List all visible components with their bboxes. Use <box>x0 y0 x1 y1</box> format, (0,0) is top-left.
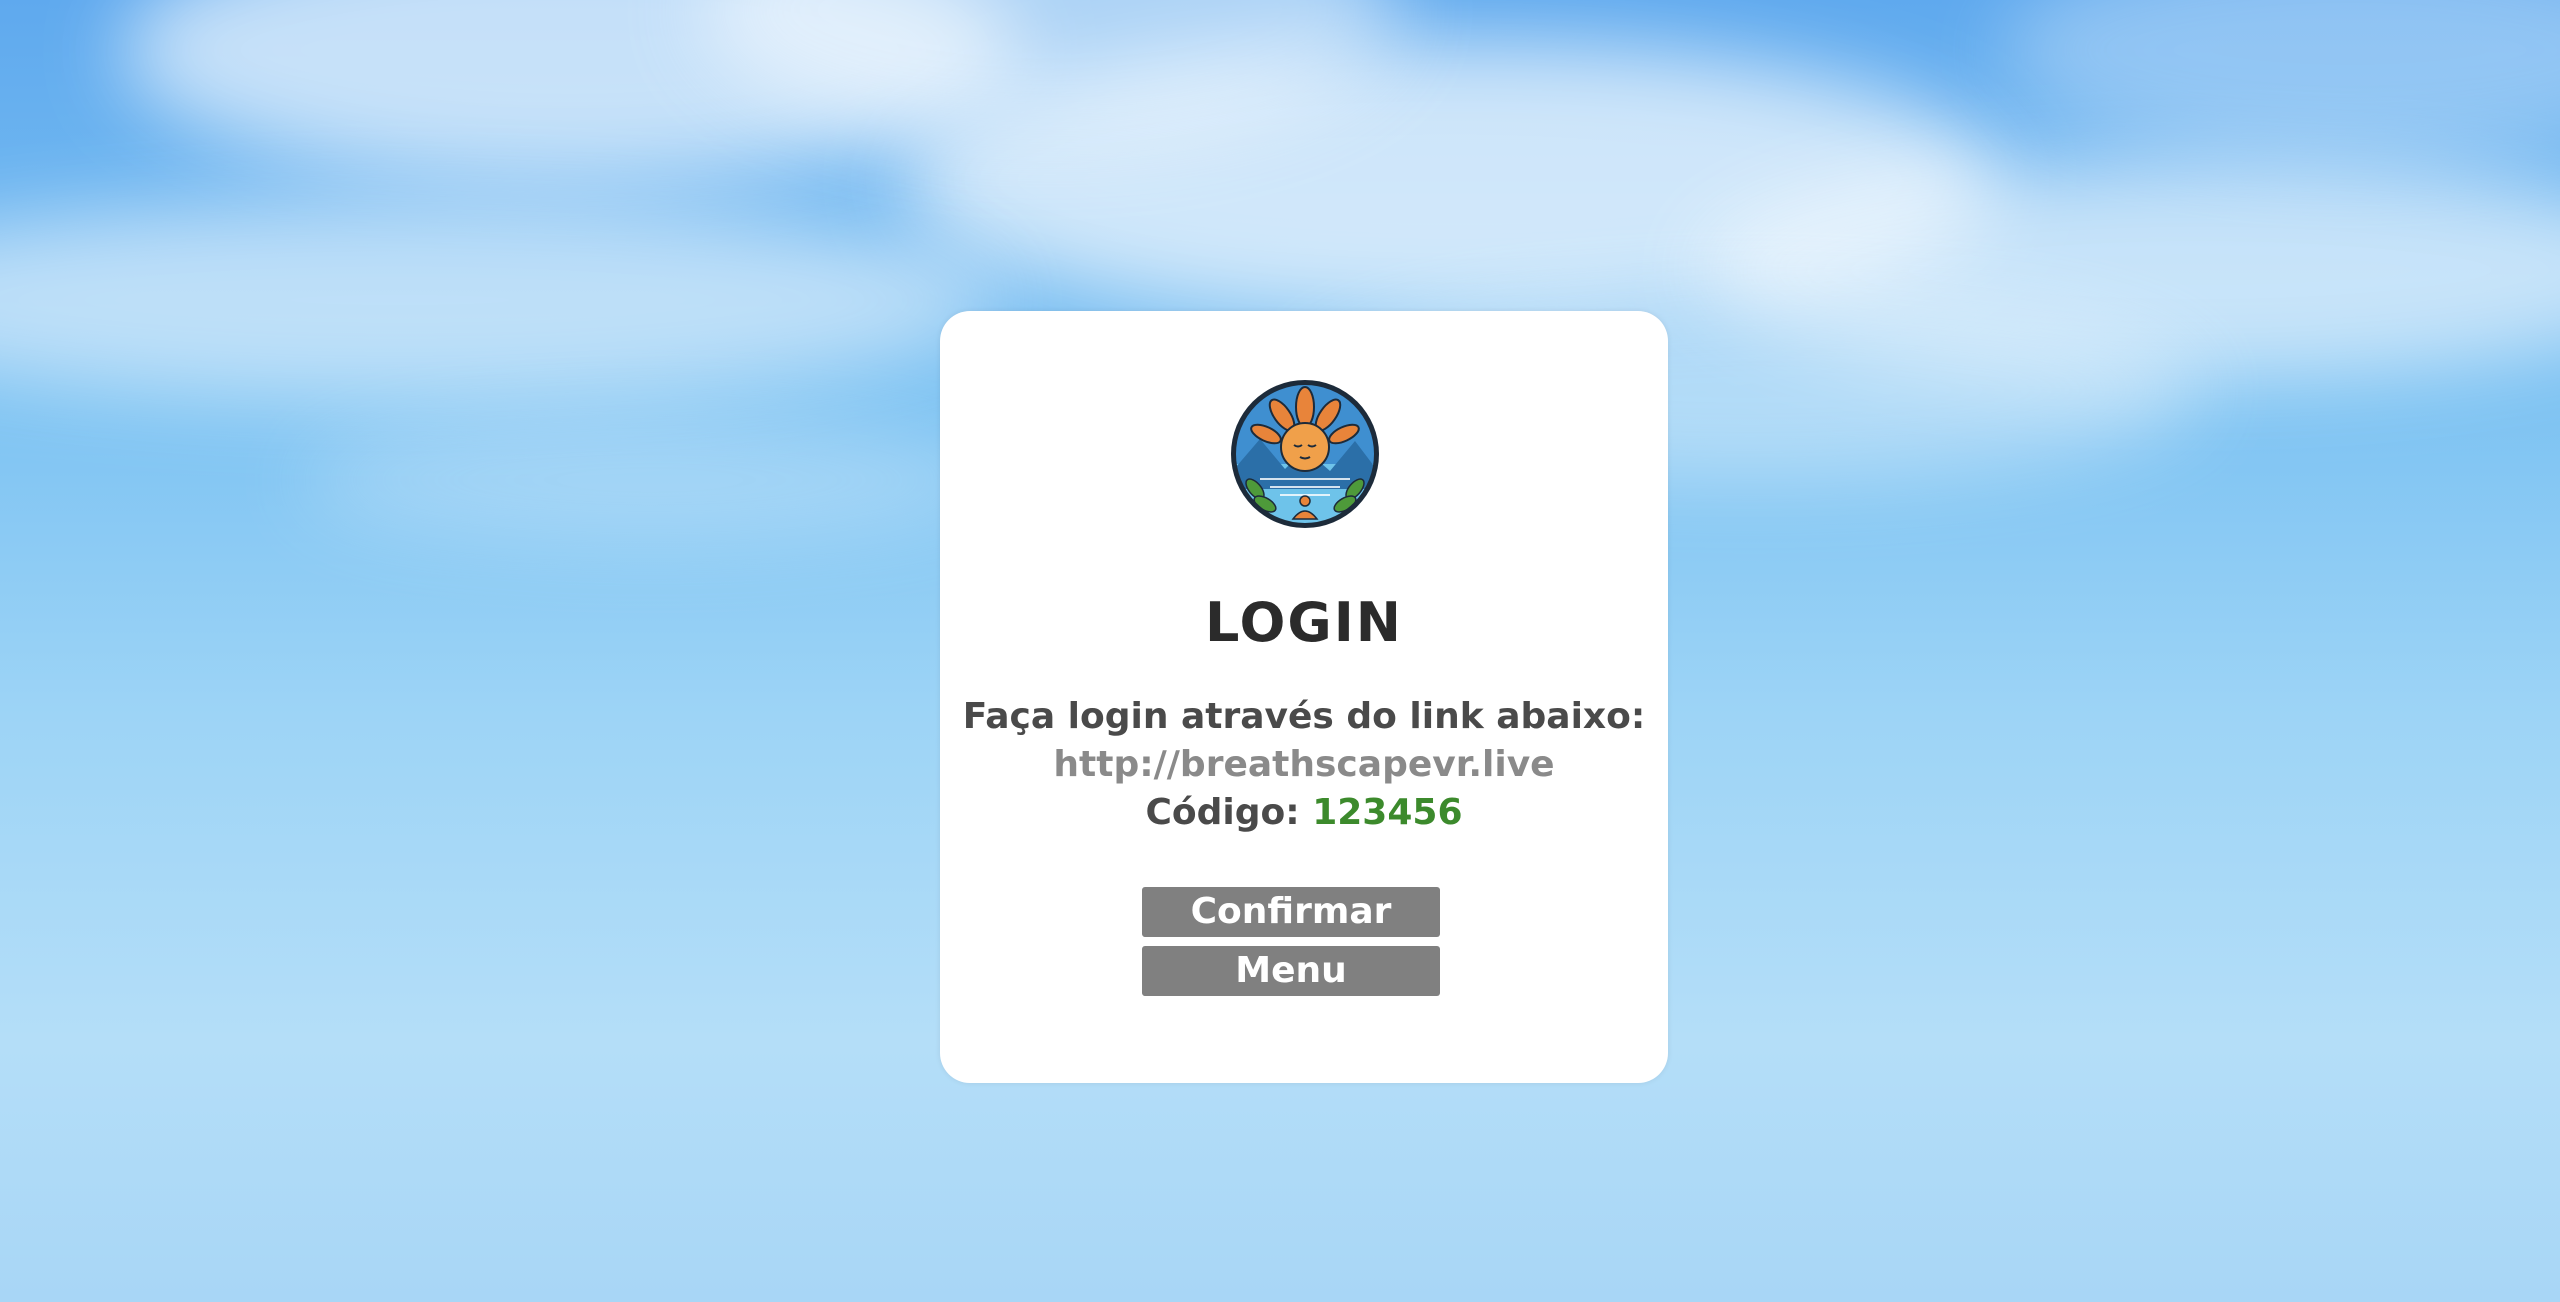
login-title: LOGIN <box>1205 591 1403 654</box>
login-code-line: Código: 123456 <box>940 789 1668 837</box>
login-panel: LOGIN Faça login através do link abaixo:… <box>940 311 1668 1083</box>
login-instruction: Faça login através do link abaixo: <box>962 696 1646 737</box>
login-info: Faça login através do link abaixo: http:… <box>940 693 1668 837</box>
login-link[interactable]: http://breathscapevr.live <box>940 741 1668 789</box>
code-label: Código: <box>1145 792 1300 833</box>
confirm-button[interactable]: Confirmar <box>1142 887 1440 937</box>
code-value: 123456 <box>1312 792 1463 833</box>
meditation-sun-logo-icon <box>1231 380 1379 528</box>
menu-button[interactable]: Menu <box>1142 946 1440 996</box>
